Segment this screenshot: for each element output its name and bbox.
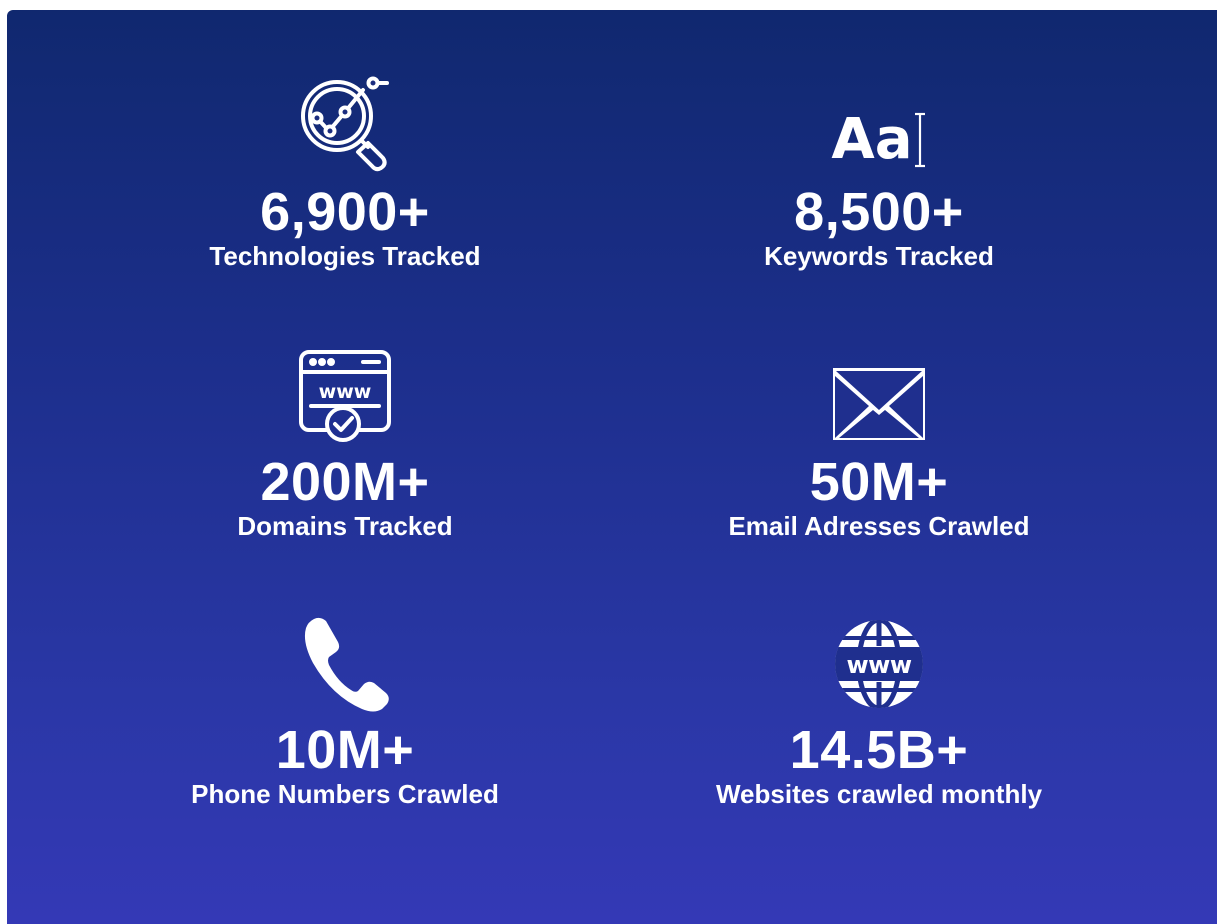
text-font-icon: Aa (831, 76, 926, 174)
phone-icon (300, 614, 390, 712)
stat-label: Websites crawled monthly (715, 779, 1043, 809)
text-cursor-icon (914, 112, 925, 168)
browser-www-check-icon: www (297, 346, 393, 444)
stat-value: 6,900+ (260, 182, 430, 242)
envelope-icon (833, 346, 925, 444)
stat-label: Phone Numbers Crawled (191, 779, 499, 809)
www-text: www (846, 651, 911, 679)
stats-panel: 6,900+ Technologies Tracked Aa 8,500+ Ke… (7, 10, 1217, 924)
stat-websites: www 14.5B+ Websites crawled monthly (619, 614, 1139, 810)
stat-label: Domains Tracked (237, 511, 453, 541)
globe-www-icon: www (831, 614, 927, 712)
stat-label: Technologies Tracked (209, 241, 481, 271)
stat-value: 8,500+ (794, 182, 964, 242)
stat-value: 50M+ (809, 452, 949, 512)
stat-domains: www 200M+ Domains Tracked (85, 346, 605, 542)
stat-label: Email Adresses Crawled (728, 511, 1030, 541)
font-sample-text: Aa (831, 107, 913, 172)
stat-label: Keywords Tracked (764, 241, 994, 271)
stat-keywords: Aa 8,500+ Keywords Tracked (619, 76, 1139, 272)
www-text: www (319, 381, 372, 403)
stat-technologies: 6,900+ Technologies Tracked (85, 76, 605, 272)
stat-value: 200M+ (260, 452, 430, 512)
magnifier-chart-icon (295, 76, 395, 174)
stat-value: 10M+ (275, 720, 415, 780)
stat-value: 14.5B+ (789, 720, 969, 780)
stat-phones: 10M+ Phone Numbers Crawled (85, 614, 605, 810)
stat-emails: 50M+ Email Adresses Crawled (619, 346, 1139, 542)
